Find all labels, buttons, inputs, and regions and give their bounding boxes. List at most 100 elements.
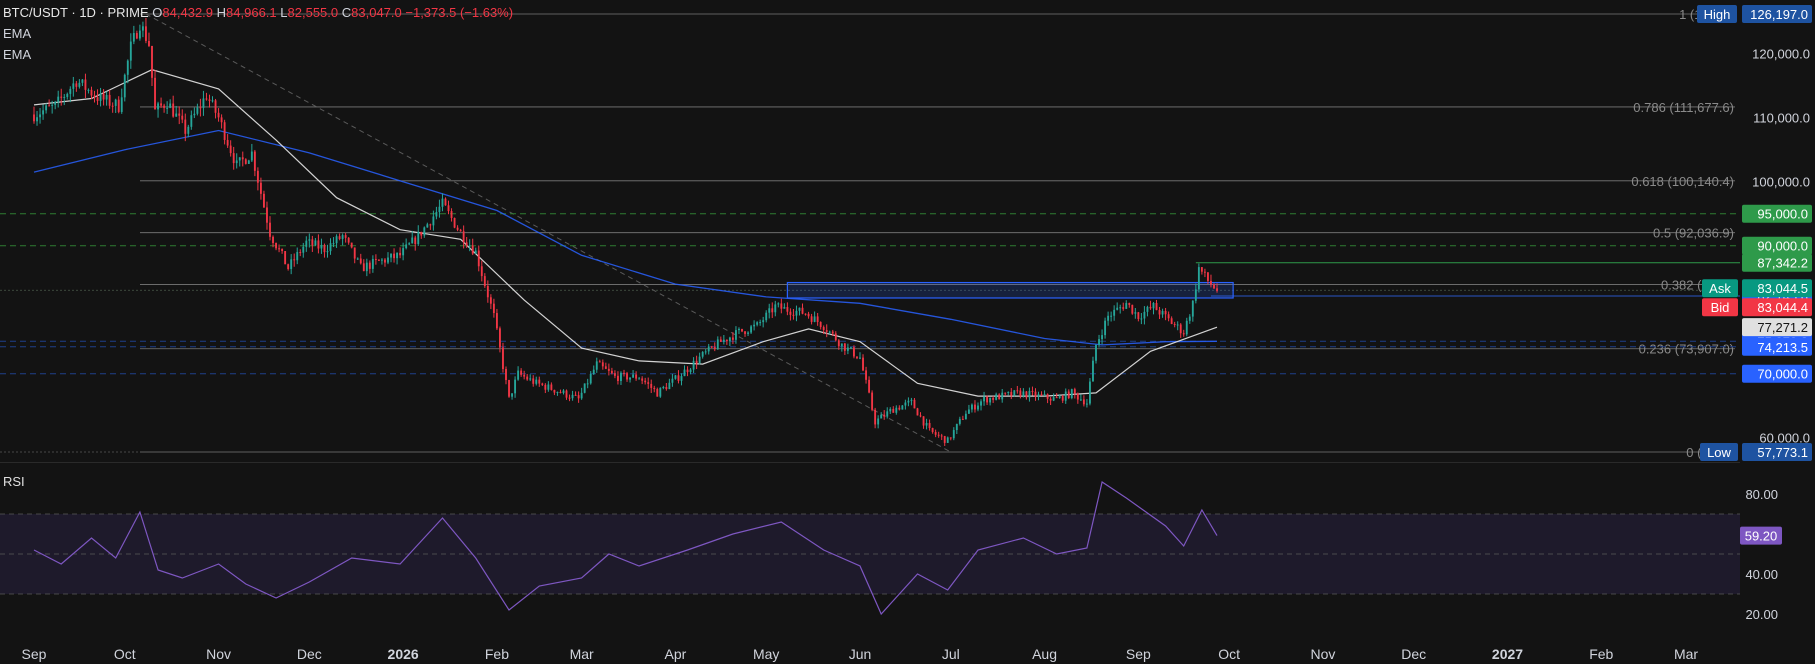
- candle: [553, 389, 556, 396]
- candle: [1149, 300, 1152, 310]
- candle: [698, 352, 701, 365]
- candle-body: [1061, 396, 1064, 401]
- chart-backdrop: [0, 462, 1815, 664]
- candle: [1052, 393, 1055, 402]
- candle: [1007, 391, 1010, 396]
- candle-body: [63, 96, 66, 98]
- candle: [762, 316, 765, 328]
- candle: [63, 94, 66, 106]
- candle-body: [187, 126, 190, 134]
- candle: [57, 90, 60, 108]
- candle-body: [408, 243, 411, 245]
- candle-body: [610, 370, 613, 374]
- candle: [538, 376, 541, 387]
- candle-body: [771, 308, 774, 313]
- candle: [241, 151, 244, 167]
- candle-body: [259, 182, 262, 194]
- candle: [1176, 321, 1179, 331]
- candle-body: [1140, 318, 1143, 320]
- candle-body: [986, 396, 989, 403]
- indicator-ema-fast[interactable]: EMA: [3, 23, 513, 44]
- candle-body: [668, 382, 671, 390]
- candle-body: [995, 394, 998, 400]
- candle: [1200, 267, 1203, 275]
- candle: [901, 404, 904, 410]
- candle: [813, 311, 816, 323]
- candle: [862, 354, 864, 372]
- candle: [919, 412, 922, 418]
- candle-body: [910, 399, 913, 401]
- candle: [931, 427, 934, 434]
- candle-body: [220, 117, 223, 123]
- candle-body: [287, 264, 290, 270]
- candle: [169, 99, 172, 109]
- candle-body: [420, 231, 423, 236]
- candle: [623, 369, 625, 377]
- candle-body: [353, 247, 356, 259]
- candle-body: [535, 379, 538, 384]
- candle: [1107, 311, 1110, 326]
- candle-body: [362, 263, 365, 272]
- candle: [786, 302, 789, 316]
- candle: [1122, 302, 1125, 311]
- candle-body: [250, 151, 253, 161]
- candle-body: [538, 379, 541, 384]
- candle-body: [883, 414, 886, 417]
- candle-body: [1203, 271, 1206, 273]
- candle: [922, 416, 925, 429]
- candle-body: [837, 340, 840, 347]
- candle-body: [871, 392, 874, 410]
- candle: [683, 365, 686, 377]
- candle-body: [623, 372, 625, 374]
- candle-body: [105, 94, 108, 100]
- candle-body: [862, 357, 864, 371]
- candle: [865, 366, 867, 384]
- candle-body: [256, 170, 259, 183]
- candle: [952, 427, 955, 441]
- candle: [1110, 311, 1113, 322]
- candle-body: [48, 105, 51, 107]
- candle: [1073, 387, 1076, 399]
- rsi-title[interactable]: RSI: [3, 474, 25, 489]
- candle-body: [311, 239, 314, 246]
- candle: [81, 79, 84, 87]
- candle: [710, 345, 713, 349]
- candle: [753, 320, 756, 331]
- candle: [508, 379, 510, 398]
- symbol-label[interactable]: BTC/USDT · 1D · PRIME: [3, 5, 149, 20]
- candle-body: [108, 94, 111, 106]
- candle: [502, 342, 504, 373]
- candle-body: [75, 83, 78, 87]
- candle: [450, 208, 453, 222]
- candle-body: [120, 97, 123, 112]
- candle: [907, 397, 910, 407]
- candle-body: [193, 113, 196, 116]
- candle: [535, 376, 538, 386]
- time-tick-label: Apr: [665, 646, 687, 662]
- candle-body: [350, 242, 353, 248]
- ask-tag: 83,044.5: [1757, 281, 1808, 296]
- candle: [804, 313, 807, 316]
- candle: [889, 407, 892, 414]
- candle-body: [961, 418, 964, 420]
- candle-body: [556, 391, 559, 393]
- candle: [456, 225, 459, 232]
- time-tick-label: May: [753, 646, 779, 662]
- candle-body: [447, 205, 450, 212]
- candle-body: [1007, 392, 1010, 394]
- price-chart[interactable]: 1 (126,370.786 (111,677.6)0.618 (100,140…: [0, 0, 1815, 664]
- candle: [967, 404, 970, 414]
- candle-body: [928, 422, 931, 429]
- indicator-ema-slow[interactable]: EMA: [3, 44, 513, 65]
- candle-body: [489, 297, 492, 304]
- candle: [789, 308, 792, 321]
- candle: [102, 89, 105, 106]
- candle-body: [940, 435, 943, 437]
- candle-body: [1143, 311, 1146, 319]
- candle-body: [517, 370, 520, 380]
- candle: [1170, 316, 1173, 325]
- candle-body: [919, 415, 922, 417]
- zone-box[interactable]: [786, 281, 1234, 299]
- candle-body: [390, 253, 392, 258]
- candle: [459, 228, 462, 232]
